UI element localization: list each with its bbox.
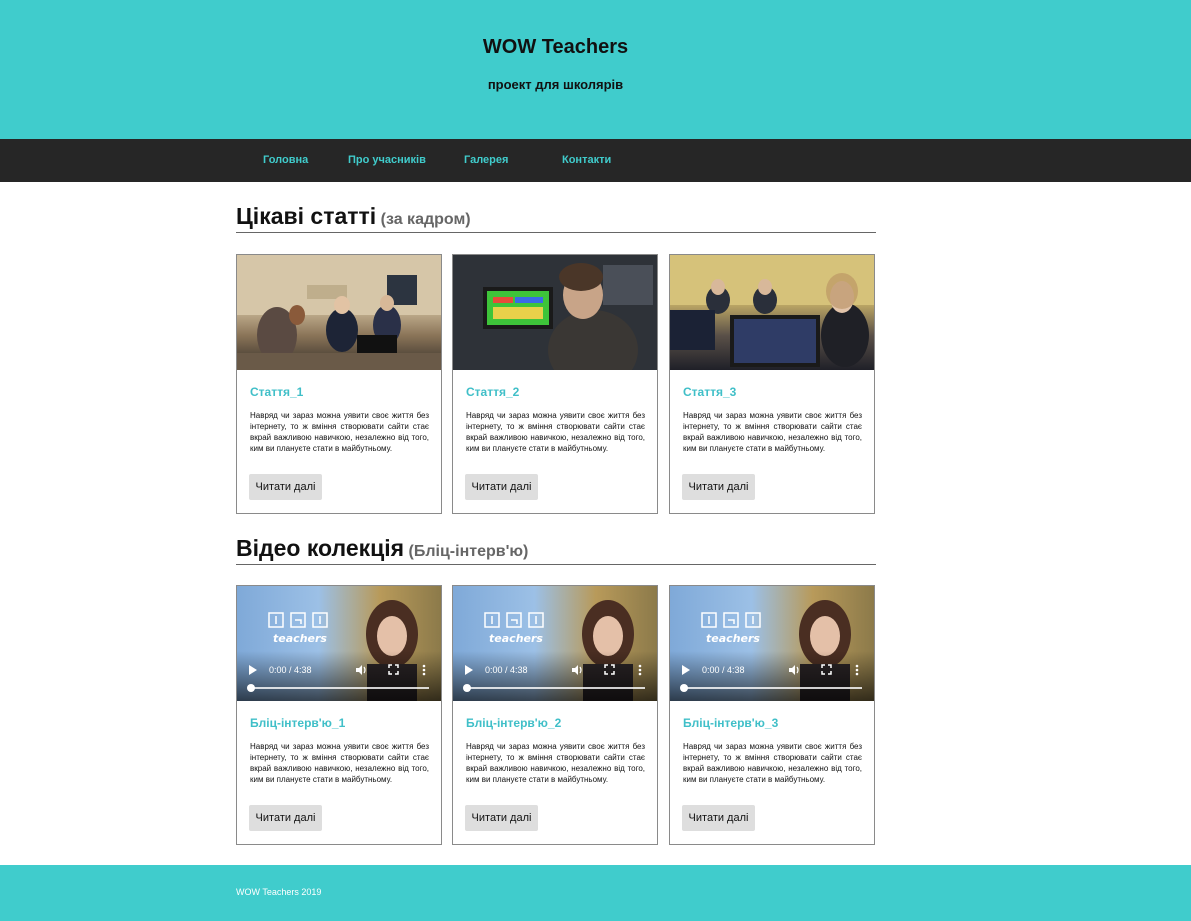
read-more-button[interactable]: Читати далі bbox=[682, 474, 755, 500]
article-photo bbox=[453, 255, 657, 370]
video-title[interactable]: Бліц-інтерв'ю_1 bbox=[250, 716, 345, 730]
more-options-icon[interactable] bbox=[638, 664, 642, 676]
article-photo bbox=[237, 255, 441, 370]
read-more-button[interactable]: Читати далі bbox=[465, 474, 538, 500]
article-card: Стаття_1 Навряд чи зараз можна уявити св… bbox=[236, 254, 442, 514]
article-card: Стаття_3 Навряд чи зараз можна уявити св… bbox=[669, 254, 875, 514]
video-excerpt: Навряд чи зараз можна уявити своє життя … bbox=[683, 742, 862, 784]
video-time: 0:00 / 4:38 bbox=[485, 665, 528, 675]
video-time: 0:00 / 4:38 bbox=[702, 665, 745, 675]
video-progress-bar[interactable] bbox=[467, 687, 645, 689]
video-scrubber[interactable] bbox=[247, 684, 255, 692]
nav-item-about[interactable]: Про учасників bbox=[348, 154, 426, 166]
teachers-logo-icon: teachers bbox=[268, 612, 328, 645]
site-title: WOW Teachers bbox=[0, 36, 1191, 59]
article-excerpt: Навряд чи зараз можна уявити своє життя … bbox=[683, 411, 862, 453]
read-more-button[interactable]: Читати далі bbox=[249, 474, 322, 500]
video-title[interactable]: Бліц-інтерв'ю_3 bbox=[683, 716, 778, 730]
article-excerpt: Навряд чи зараз можна уявити своє життя … bbox=[466, 411, 645, 453]
video-excerpt: Навряд чи зараз можна уявити своє життя … bbox=[466, 742, 645, 784]
articles-heading-title: Цікаві статті bbox=[236, 203, 377, 229]
article-photo bbox=[670, 255, 874, 370]
read-more-button[interactable]: Читати далі bbox=[465, 805, 538, 831]
video-scrubber[interactable] bbox=[463, 684, 471, 692]
computer-class-photo bbox=[670, 255, 874, 367]
fullscreen-icon[interactable] bbox=[604, 664, 615, 675]
videos-heading-title: Відео колекція bbox=[236, 535, 405, 561]
volume-icon[interactable] bbox=[571, 664, 583, 676]
volume-icon[interactable] bbox=[788, 664, 800, 676]
nav-item-home[interactable]: Головна bbox=[263, 154, 308, 166]
volume-icon[interactable] bbox=[355, 664, 367, 676]
site-title-text: WOW Teachers bbox=[482, 36, 629, 58]
video-card: teachers 0:00 / 4:38 Бліц-інтерв'ю_3 Нав… bbox=[669, 585, 875, 845]
site-subtitle-text: проект для школярів bbox=[487, 77, 624, 92]
video-scrubber[interactable] bbox=[680, 684, 688, 692]
play-icon[interactable] bbox=[682, 665, 690, 675]
video-progress-bar[interactable] bbox=[251, 687, 429, 689]
article-excerpt: Навряд чи зараз можна уявити своє життя … bbox=[250, 411, 429, 453]
video-card: teachers 0:00 / 4:38 Бліц-інтерв'ю_2 Нав… bbox=[452, 585, 658, 845]
svg-text:teachers: teachers bbox=[706, 632, 760, 645]
more-options-icon[interactable] bbox=[422, 664, 426, 676]
fullscreen-icon[interactable] bbox=[388, 664, 399, 675]
teachers-logo-icon: teachers bbox=[701, 612, 761, 645]
read-more-button[interactable]: Читати далі bbox=[249, 805, 322, 831]
videos-heading-subtitle: (Бліц-інтерв'ю) bbox=[408, 543, 529, 560]
video-player[interactable]: teachers 0:00 / 4:38 bbox=[453, 586, 657, 701]
play-icon[interactable] bbox=[249, 665, 257, 675]
article-title[interactable]: Стаття_2 bbox=[466, 385, 519, 399]
teachers-logo-icon: teachers bbox=[484, 612, 544, 645]
more-options-icon[interactable] bbox=[855, 664, 859, 676]
video-progress-bar[interactable] bbox=[684, 687, 862, 689]
video-player[interactable]: teachers 0:00 / 4:38 bbox=[237, 586, 441, 701]
site-footer: WOW Teachers 2019 bbox=[0, 865, 1191, 921]
read-more-button[interactable]: Читати далі bbox=[682, 805, 755, 831]
article-card: Стаття_2 Навряд чи зараз можна уявити св… bbox=[452, 254, 658, 514]
site-header: WOW Teachers проект для школярів bbox=[0, 0, 1191, 139]
site-subtitle: проект для школярів bbox=[0, 77, 1191, 92]
article-title[interactable]: Стаття_1 bbox=[250, 385, 303, 399]
svg-text:teachers: teachers bbox=[489, 632, 543, 645]
nav-item-contacts[interactable]: Контакти bbox=[562, 154, 611, 166]
main-nav: Головна Про учасників Галерея Контакти bbox=[0, 139, 1191, 182]
video-card: teachers 0:00 / 4:38 Бліц-інтерв'ю_1 Нав… bbox=[236, 585, 442, 845]
play-icon[interactable] bbox=[465, 665, 473, 675]
video-player[interactable]: teachers 0:00 / 4:38 bbox=[670, 586, 874, 701]
video-excerpt: Навряд чи зараз можна уявити своє життя … bbox=[250, 742, 429, 784]
svg-text:teachers: teachers bbox=[273, 632, 327, 645]
fullscreen-icon[interactable] bbox=[821, 664, 832, 675]
footer-copyright: WOW Teachers 2019 bbox=[236, 887, 322, 897]
student-at-computer-photo bbox=[453, 255, 657, 370]
video-time: 0:00 / 4:38 bbox=[269, 665, 312, 675]
articles-heading-subtitle: (за кадром) bbox=[380, 211, 471, 228]
nav-item-gallery[interactable]: Галерея bbox=[464, 154, 508, 166]
videos-heading: Відео колекція (Бліц-інтерв'ю) bbox=[236, 535, 876, 565]
articles-heading: Цікаві статті (за кадром) bbox=[236, 203, 876, 233]
video-title[interactable]: Бліц-інтерв'ю_2 bbox=[466, 716, 561, 730]
article-title[interactable]: Стаття_3 bbox=[683, 385, 736, 399]
classroom-photo bbox=[237, 255, 441, 370]
